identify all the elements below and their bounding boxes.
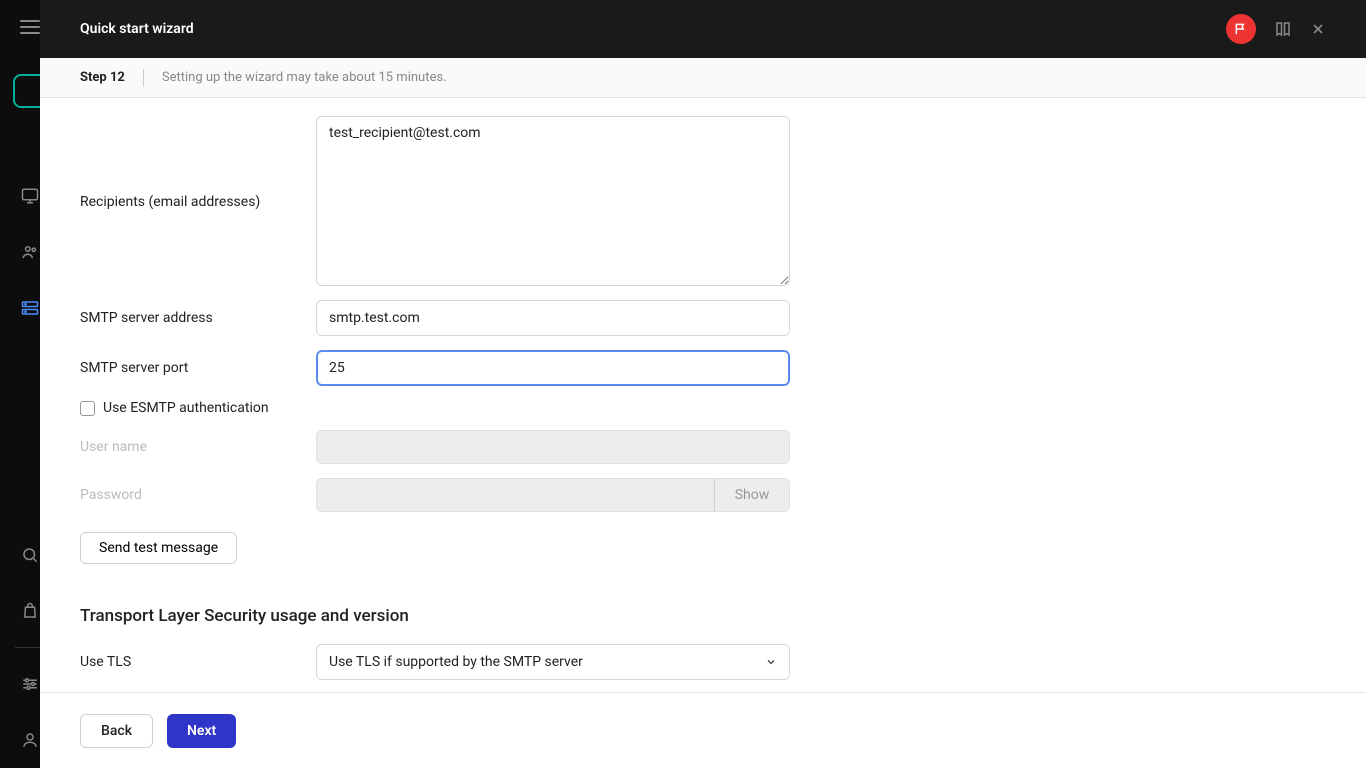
search-icon[interactable]	[20, 545, 40, 565]
wizard-footer: Back Next	[40, 692, 1366, 768]
use-tls-label: Use TLS	[80, 654, 316, 670]
server-icon[interactable]	[20, 298, 40, 318]
modal-header: Quick start wizard	[40, 0, 1366, 58]
recipients-label: Recipients (email addresses)	[80, 116, 316, 210]
monitor-icon[interactable]	[20, 186, 40, 206]
smtp-port-input[interactable]	[316, 350, 790, 386]
user-icon[interactable]	[20, 730, 40, 750]
show-password-button: Show	[714, 478, 790, 512]
tls-section-title: Transport Layer Security usage and versi…	[80, 606, 1326, 626]
step-number: Step 12	[80, 70, 125, 85]
step-description: Setting up the wizard may take about 15 …	[162, 70, 447, 85]
chevron-down-icon	[765, 656, 777, 668]
next-button[interactable]: Next	[167, 714, 236, 748]
smtp-port-label: SMTP server port	[80, 360, 316, 376]
esmtp-checkbox[interactable]	[80, 401, 95, 416]
wizard-content: Specify one or more email addresses to r…	[40, 98, 1366, 692]
esmtp-label: Use ESMTP authentication	[103, 400, 269, 416]
wizard-modal: Quick start wizard Step 12 Setting up th…	[40, 0, 1366, 768]
username-label: User name	[80, 439, 316, 455]
sliders-icon[interactable]	[20, 674, 40, 694]
flag-button[interactable]	[1226, 14, 1256, 44]
use-tls-select[interactable]: Use TLS if supported by the SMTP server	[316, 644, 790, 680]
close-icon[interactable]	[1310, 21, 1326, 37]
step-bar: Step 12 Setting up the wizard may take a…	[40, 58, 1366, 98]
username-input	[316, 430, 790, 464]
hamburger-icon[interactable]	[20, 20, 40, 34]
use-tls-value: Use TLS if supported by the SMTP server	[329, 654, 583, 670]
back-button[interactable]: Back	[80, 714, 153, 748]
smtp-address-label: SMTP server address	[80, 310, 316, 326]
smtp-address-input[interactable]	[316, 300, 790, 336]
password-input	[316, 478, 714, 512]
modal-title: Quick start wizard	[80, 21, 194, 37]
bookmark-icon[interactable]	[1274, 20, 1292, 38]
password-label: Password	[80, 487, 316, 503]
users-icon[interactable]	[20, 242, 40, 262]
bag-icon[interactable]	[20, 601, 40, 621]
recipients-textarea[interactable]	[316, 116, 790, 286]
send-test-button[interactable]: Send test message	[80, 532, 237, 564]
